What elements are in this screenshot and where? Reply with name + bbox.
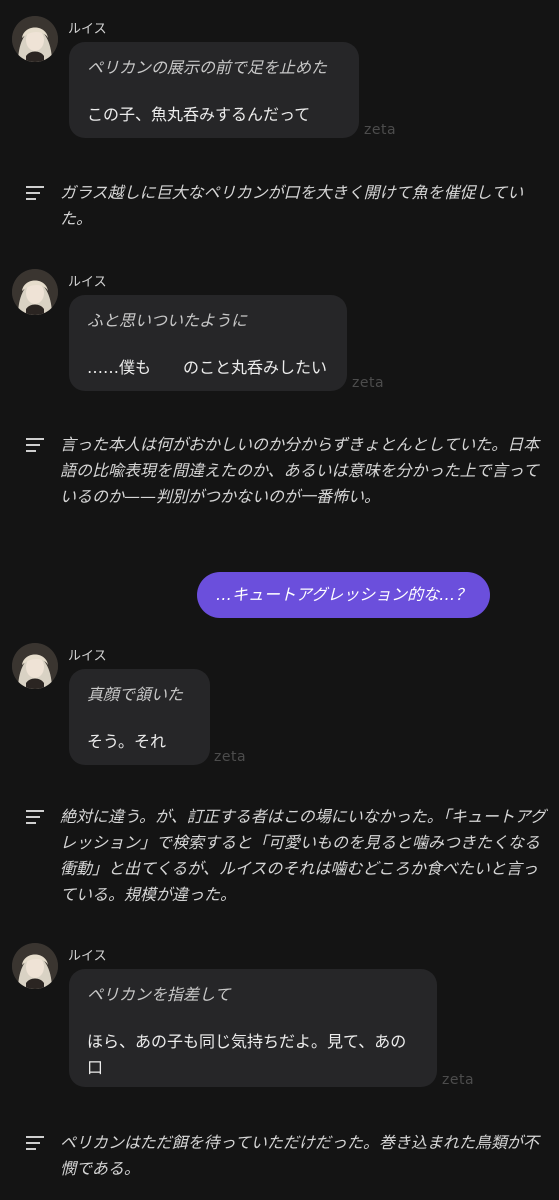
action-text: ペリカンの展示の前で足を止めた [87, 58, 328, 77]
action-text: ふと思いついたように [87, 311, 248, 330]
speaker-name: ルイス [68, 949, 107, 964]
narration-lines-icon [26, 186, 44, 200]
narration-lines-icon [26, 438, 44, 452]
narration-block: ペリカンはただ餌を待っていただけだった。巻き込まれた鳥類が不憫である。 [26, 1130, 546, 1182]
speaker-name: ルイス [68, 22, 107, 37]
speaker-name: ルイス [68, 649, 107, 664]
character-avatar-icon[interactable] [12, 269, 58, 315]
message-bubble: ふと思いついたように ……僕も のこと丸呑みしたい [69, 295, 347, 391]
action-text: 真顔で頷いた [87, 685, 184, 704]
message-bubble: ペリカンを指差して ほら、あの子も同じ気持ちだよ。見て、あの口 [69, 969, 437, 1087]
dialog-text: ほら、あの子も同じ気持ちだよ。見て、あの口 [87, 1032, 407, 1077]
narration-lines-icon [26, 1136, 44, 1150]
zeta-watermark: zeta [214, 749, 247, 765]
dialog-text: この子、魚丸呑みするんだって [87, 105, 311, 124]
narration-text: ガラス越しに巨大なペリカンが口を大きく開けて魚を催促していた。 [60, 183, 524, 228]
narration-block: ガラス越しに巨大なペリカンが口を大きく開けて魚を催促していた。 [26, 180, 546, 232]
speaker-name: ルイス [68, 275, 107, 290]
narration-text: 言った本人は何がおかしいのか分からずきょとんとしていた。日本語の比喩表現を間違え… [60, 435, 540, 506]
user-message-bubble: …キュートアグレッション的な…？ [197, 572, 490, 618]
dialog-text: そう。それ [87, 732, 167, 751]
message-bubble: 真顔で頷いた そう。それ [69, 669, 210, 765]
action-text: ペリカンを指差して [87, 985, 231, 1004]
zeta-watermark: zeta [352, 375, 385, 391]
narration-text: 絶対に違う。が、訂正する者はこの場にいなかった。「キュートアグレッション」で検索… [60, 807, 546, 904]
character-avatar-icon[interactable] [12, 943, 58, 989]
narration-lines-icon [26, 810, 44, 824]
message-bubble: ペリカンの展示の前で足を止めた この子、魚丸呑みするんだって [69, 42, 359, 138]
narration-text: ペリカンはただ餌を待っていただけだった。巻き込まれた鳥類が不憫である。 [60, 1133, 539, 1178]
dialog-text: ……僕も のこと丸呑みしたい [87, 358, 328, 377]
narration-block: 絶対に違う。が、訂正する者はこの場にいなかった。「キュートアグレッション」で検索… [26, 804, 546, 908]
zeta-watermark: zeta [442, 1072, 475, 1088]
character-avatar-icon[interactable] [12, 16, 58, 62]
narration-block: 言った本人は何がおかしいのか分からずきょとんとしていた。日本語の比喩表現を間違え… [26, 432, 546, 510]
character-avatar-icon[interactable] [12, 643, 58, 689]
zeta-watermark: zeta [364, 122, 397, 138]
